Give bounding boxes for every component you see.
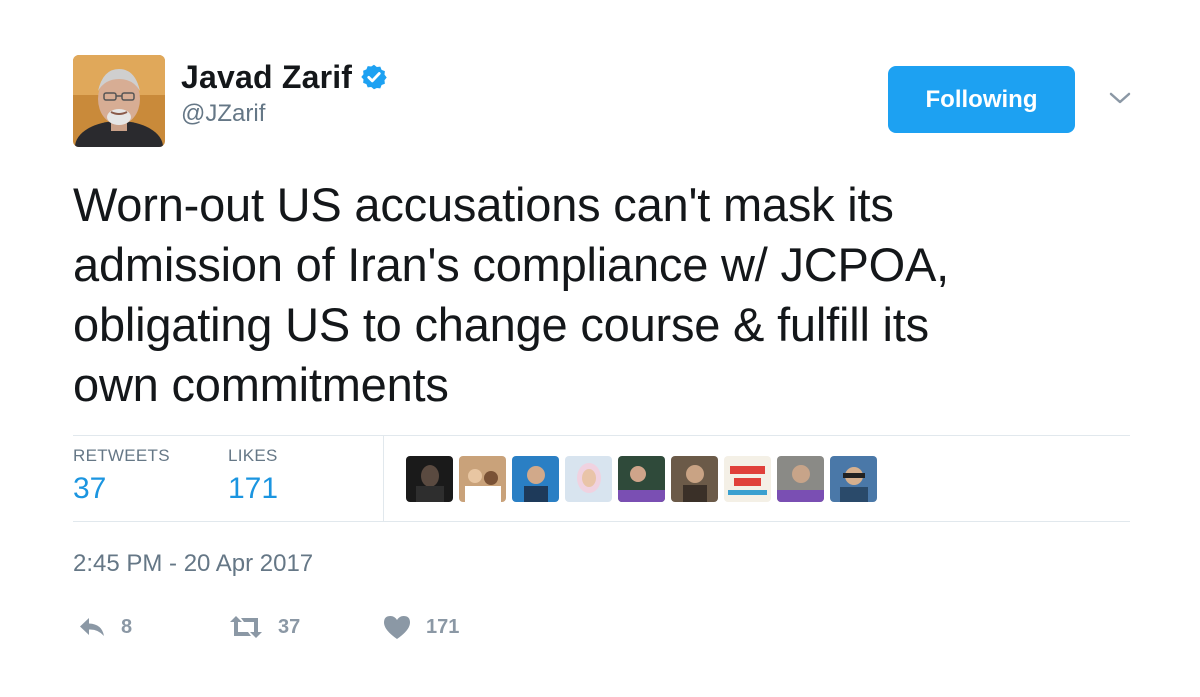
reply-count: 8 [121, 615, 133, 638]
likers-avatar-list [406, 456, 877, 502]
liker-avatar[interactable] [565, 456, 612, 502]
tweet-text: Worn-out US accusations can't mask its a… [73, 178, 950, 411]
retweet-icon[interactable] [228, 614, 264, 640]
retweet-action[interactable]: 37 [228, 610, 300, 644]
tweet-timestamp[interactable]: 2:45 PM - 20 Apr 2017 [73, 550, 313, 578]
liker-avatar[interactable] [777, 456, 824, 502]
avatar-image [73, 55, 165, 147]
liker-avatar[interactable] [459, 456, 506, 502]
chevron-down-icon[interactable] [1106, 86, 1134, 110]
author-name-row[interactable]: Javad Zarif [181, 54, 388, 100]
author-avatar[interactable] [73, 55, 165, 147]
stats-bottom-divider [73, 521, 1130, 522]
like-count: 171 [426, 615, 460, 638]
reply-icon[interactable] [77, 615, 107, 639]
heart-icon[interactable] [382, 614, 412, 640]
reply-action[interactable]: 8 [77, 610, 132, 644]
liker-avatar[interactable] [618, 456, 665, 502]
liker-avatar[interactable] [406, 456, 453, 502]
liker-avatar[interactable] [724, 456, 771, 502]
retweet-count: 37 [278, 615, 301, 638]
stats-top-divider [73, 435, 1130, 436]
retweets-label: RETWEETS [73, 446, 170, 465]
retweets-stat[interactable]: RETWEETS 37 [73, 446, 170, 506]
retweets-count[interactable]: 37 [73, 472, 170, 506]
likes-count[interactable]: 171 [228, 472, 278, 506]
stats-separator [383, 436, 384, 521]
verified-badge-icon [361, 64, 387, 90]
liker-avatar[interactable] [830, 456, 877, 502]
liker-avatar[interactable] [671, 456, 718, 502]
likes-stat[interactable]: LIKES 171 [228, 446, 278, 506]
author-handle[interactable]: @JZarif [181, 100, 265, 128]
author-display-name[interactable]: Javad Zarif [181, 59, 352, 96]
likes-label: LIKES [228, 446, 278, 465]
like-action[interactable]: 171 [382, 610, 459, 644]
following-button[interactable]: Following [888, 66, 1075, 133]
liker-avatar[interactable] [512, 456, 559, 502]
